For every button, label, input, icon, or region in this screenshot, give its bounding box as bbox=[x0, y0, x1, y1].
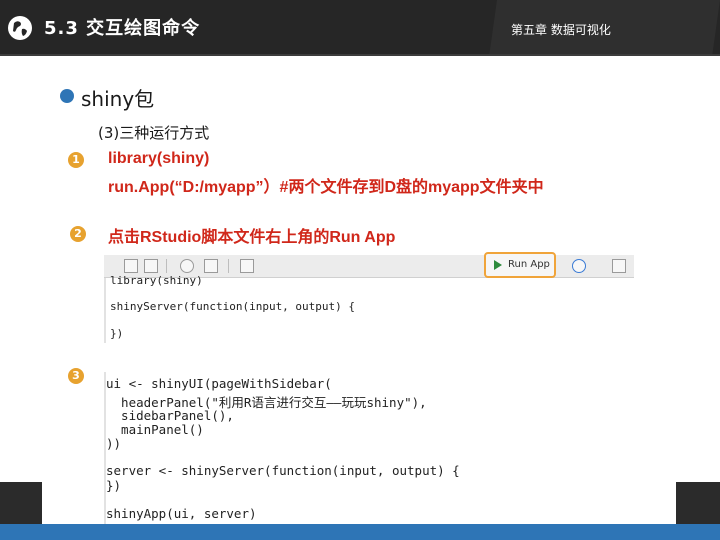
code-line: }) bbox=[110, 327, 124, 340]
publish-icon[interactable] bbox=[572, 259, 586, 273]
play-icon bbox=[494, 260, 502, 270]
method-1-line1: library(shiny) bbox=[108, 150, 210, 167]
code-line: server <- shinyServer(function(input, ou… bbox=[106, 463, 460, 478]
header-rule bbox=[0, 54, 720, 56]
save-icon[interactable] bbox=[144, 259, 158, 273]
code-line: shinyServer(function(input, output) { bbox=[110, 300, 356, 313]
run-app-button[interactable]: Run App bbox=[484, 252, 556, 278]
globe-icon bbox=[8, 16, 32, 40]
subheading: (3)三种运行方式 bbox=[98, 124, 210, 142]
footer-accent-band bbox=[0, 524, 720, 540]
search-icon[interactable] bbox=[180, 259, 194, 273]
code-line: )) bbox=[106, 436, 122, 451]
toolbar-separator bbox=[228, 259, 229, 273]
wand-icon[interactable] bbox=[204, 259, 218, 273]
method-2-badge: 2 bbox=[70, 226, 86, 242]
code-line: shinyApp(ui, server) bbox=[106, 506, 257, 521]
code-line: }) bbox=[106, 478, 122, 493]
pages-icon[interactable] bbox=[240, 259, 254, 273]
code-line: library(shiny) bbox=[110, 274, 203, 287]
method-2-text: 点击RStudio脚本文件右上角的Run App bbox=[108, 229, 396, 246]
run-app-label: Run App bbox=[508, 259, 550, 270]
bullet-icon bbox=[60, 89, 74, 103]
editor-gutter bbox=[104, 278, 106, 343]
method-3-badge: 3 bbox=[68, 368, 84, 384]
code-line: ui <- shinyUI(pageWithSidebar( bbox=[106, 376, 332, 391]
bullet-heading: shiny包 bbox=[81, 87, 155, 111]
toolbar-separator bbox=[166, 259, 167, 273]
code-listing: ui <- shinyUI(pageWithSidebar( headerPan… bbox=[104, 372, 634, 524]
method-1-badge: 1 bbox=[68, 152, 84, 168]
slide-header: 5.3 交互绘图命令 第五章 数据可视化 bbox=[0, 0, 720, 56]
source-icon[interactable] bbox=[124, 259, 138, 273]
rstudio-editor: Run App library(shiny) shinyServer(funct… bbox=[104, 252, 634, 343]
section-title: 5.3 交互绘图命令 bbox=[44, 18, 201, 39]
code-line: sidebarPanel(), bbox=[106, 408, 234, 423]
code-line: mainPanel() bbox=[106, 422, 204, 437]
menu-icon[interactable] bbox=[612, 259, 626, 273]
method-1-line2: run.App(“D:/myapp”）#两个文件存到D盘的myapp文件夹中 bbox=[108, 179, 544, 196]
chapter-label: 第五章 数据可视化 bbox=[511, 23, 611, 37]
